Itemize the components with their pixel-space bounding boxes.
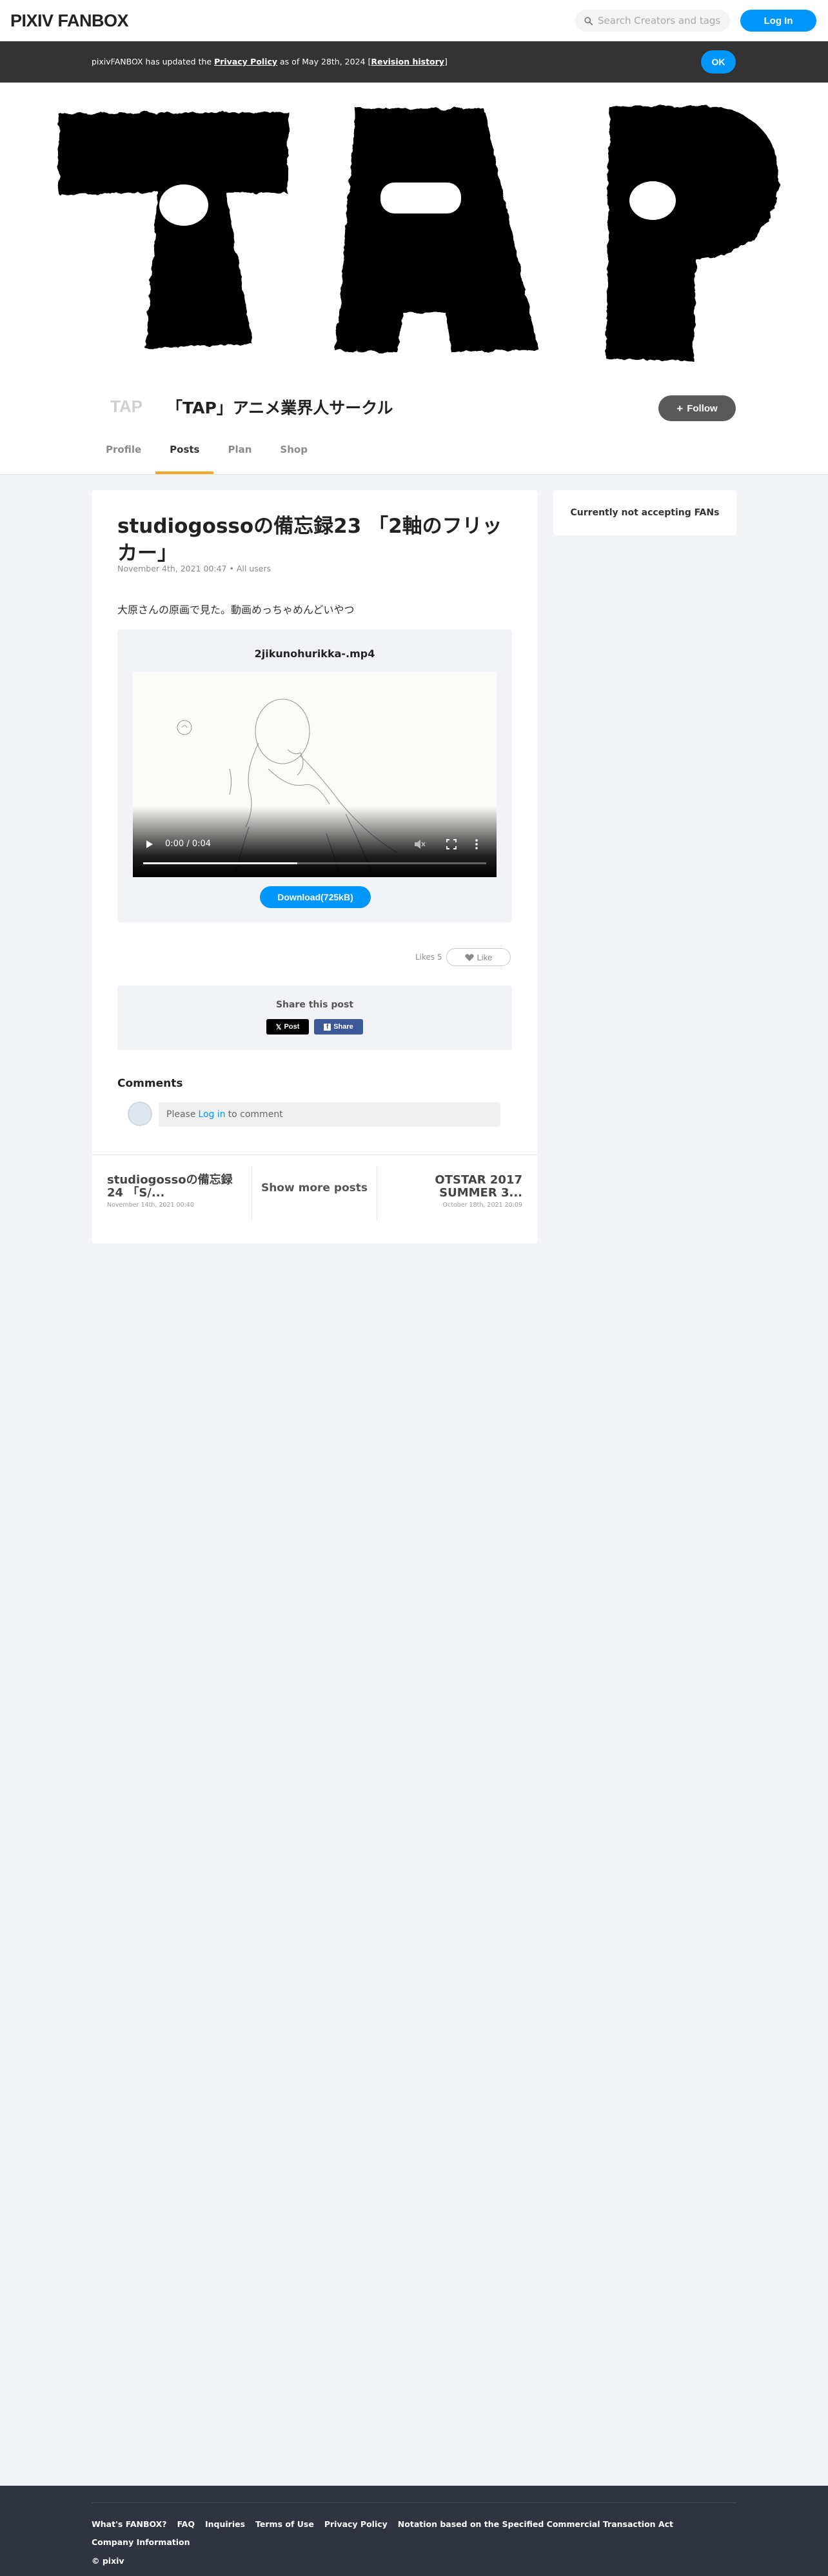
post-nav-divider: [92, 1154, 538, 1155]
more-options-icon[interactable]: [475, 839, 478, 849]
comment-suffix: to comment: [228, 1109, 283, 1120]
share-x-button[interactable]: 𝕏 Post: [266, 1019, 309, 1035]
footer-link-whats-fanbox[interactable]: What's FANBOX?: [92, 2519, 167, 2529]
footer-divider: [92, 2502, 736, 2503]
tab-profile[interactable]: Profile: [92, 439, 155, 473]
video-time: 0:00 / 0:04: [165, 839, 212, 849]
player-controls: 0:00 / 0:04: [133, 838, 497, 877]
footer-link-terms[interactable]: Terms of Use: [255, 2519, 314, 2529]
copyright: © pixiv: [92, 2556, 124, 2566]
footer-link-privacy[interactable]: Privacy Policy: [324, 2519, 388, 2529]
share-x-label: Post: [284, 1023, 300, 1031]
post-body: 大原さんの原画で見た。動画めっちゃめんどいやつ: [117, 604, 355, 616]
notice-suffix: ]: [444, 57, 448, 66]
search-box[interactable]: [575, 10, 730, 32]
x-icon: 𝕏: [275, 1023, 282, 1031]
fan-status-panel: Currently not accepting FANs: [553, 490, 736, 535]
heart-icon: [464, 953, 474, 961]
show-more-posts-link[interactable]: Show more posts: [252, 1182, 377, 1194]
share-fb-label: Share: [333, 1023, 353, 1031]
footer-links: What's FANBOX? FAQ Inquiries Terms of Us…: [92, 2519, 736, 2547]
volume-icon[interactable]: [414, 839, 426, 849]
comments-heading: Comments: [117, 1077, 183, 1090]
previous-post-date: November 14th, 2021 00:40: [107, 1202, 194, 1209]
privacy-policy-link[interactable]: Privacy Policy: [214, 57, 277, 66]
footer-link-inquiries[interactable]: Inquiries: [205, 2519, 245, 2529]
previous-post-title: studiogossoの備忘録24 「S/...: [107, 1173, 233, 1200]
tab-shop[interactable]: Shop: [266, 439, 322, 473]
search-input[interactable]: [598, 15, 724, 26]
share-facebook-button[interactable]: f Share: [314, 1019, 363, 1035]
follow-label: Follow: [687, 402, 718, 414]
video-player[interactable]: 0:00 / 0:04: [133, 672, 497, 877]
footer-link-company[interactable]: Company Information: [92, 2537, 190, 2547]
cover-tap-lettering: [58, 106, 780, 361]
login-button[interactable]: Log In: [740, 10, 816, 32]
previous-post-link[interactable]: studiogossoの備忘録24 「S/... November 14th, …: [107, 1174, 242, 1209]
profile-divider: [0, 474, 828, 475]
comment-login-prompt: Please Log in to comment: [159, 1102, 500, 1127]
next-post-link[interactable]: OTSTAR 2017 SUMMER 3... October 18th, 20…: [387, 1174, 522, 1209]
tab-posts[interactable]: Posts: [155, 439, 214, 474]
comment-user-avatar: [128, 1102, 152, 1126]
next-post-title: OTSTAR 2017 SUMMER 3...: [435, 1173, 522, 1200]
follow-button[interactable]: + Follow: [658, 395, 736, 421]
footer-link-commercial-notation[interactable]: Notation based on the Specified Commerci…: [398, 2519, 673, 2529]
comment-prefix: Please: [166, 1109, 196, 1120]
search-icon: [584, 16, 593, 25]
like-button[interactable]: Like: [446, 948, 511, 966]
share-title: Share this post: [275, 1000, 354, 1010]
play-icon[interactable]: [146, 840, 153, 849]
creator-name[interactable]: 「TAP」アニメ業界人サークル: [166, 395, 393, 419]
likes-count: Likes 5: [415, 953, 442, 962]
footer-link-faq[interactable]: FAQ: [177, 2519, 195, 2529]
video-file-name: 2jikunohurikka-.mp4: [254, 648, 375, 660]
facebook-icon: f: [324, 1023, 331, 1031]
notice-text: pixivFANBOX has updated the Privacy Poli…: [92, 57, 448, 66]
creator-avatar[interactable]: TAP: [103, 383, 150, 430]
post-card: studiogossoの備忘録23 「2軸のフリッカー」 November 4t…: [92, 490, 538, 1243]
top-header: PIXIV FANBOX Log In: [0, 0, 828, 41]
post-meta: November 4th, 2021 00:47 • All users: [117, 564, 271, 573]
notice-prefix: pixivFANBOX has updated the: [92, 57, 215, 66]
video-progress-bar[interactable]: [143, 862, 486, 864]
tab-plan[interactable]: Plan: [213, 439, 266, 473]
video-progress-fill: [143, 862, 298, 864]
plus-icon: +: [676, 402, 684, 415]
revision-history-link[interactable]: Revision history: [371, 57, 444, 66]
creator-avatar-logo: TAP: [110, 397, 143, 416]
fullscreen-icon[interactable]: [446, 839, 457, 849]
notice-ok-button[interactable]: OK: [701, 50, 736, 74]
footer: What's FANBOX? FAQ Inquiries Terms of Us…: [0, 2486, 828, 2576]
comment-login-link[interactable]: Log in: [198, 1109, 225, 1120]
cover-image: [0, 83, 828, 392]
avatar-text: TAP: [110, 397, 143, 416]
post-title: studiogossoの備忘録23 「2軸のフリッカー」: [117, 515, 502, 565]
fanbox-logo[interactable]: PIXIV FANBOX: [10, 11, 129, 31]
next-post-date: October 18th, 2021 20:09: [442, 1202, 523, 1209]
video-attachment: 2jikunohurikka-.mp4 0:00 / 0:04 Download…: [117, 629, 512, 922]
download-button[interactable]: Download(725kB): [260, 886, 371, 908]
notice-middle: as of May 28th, 2024 [: [277, 57, 371, 66]
like-label: Like: [477, 952, 493, 962]
share-section: Share this post 𝕏 Post f Share: [117, 986, 512, 1050]
creator-tabs: Profile Posts Plan Shop: [92, 439, 322, 474]
creator-profile-bar: TAP 「TAP」アニメ業界人サークル + Follow Profile Pos…: [0, 374, 828, 474]
